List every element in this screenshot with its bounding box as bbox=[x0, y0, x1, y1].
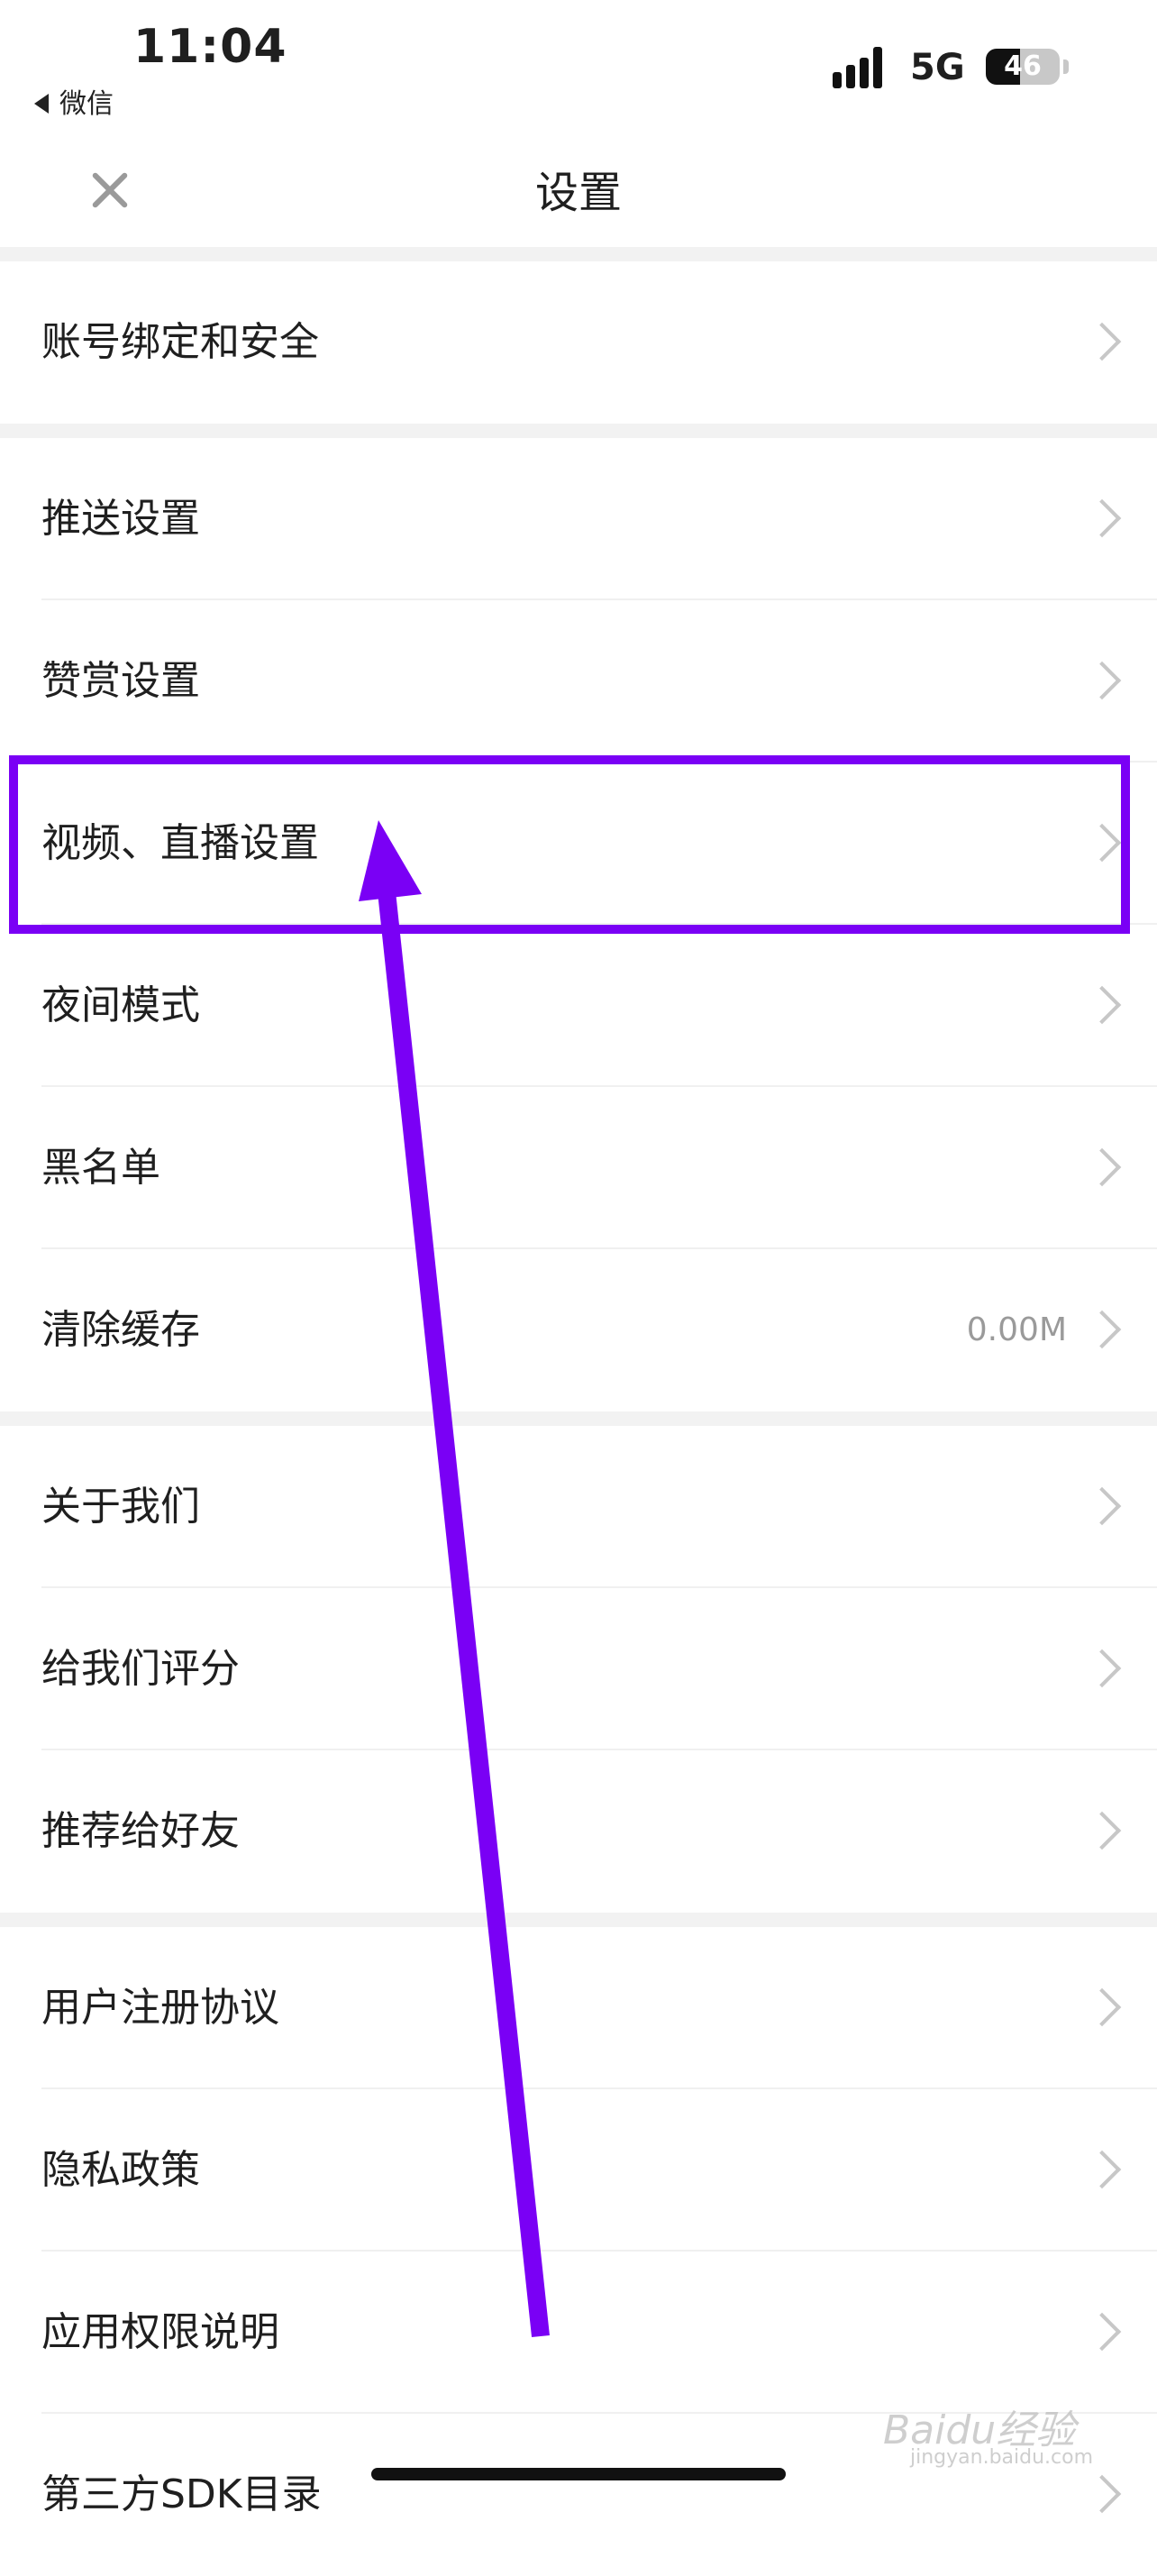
home-indicator[interactable] bbox=[371, 2468, 786, 2480]
chevron-right-icon bbox=[1082, 2150, 1122, 2189]
back-triangle-icon bbox=[34, 93, 49, 114]
settings-item-label: 夜间模式 bbox=[41, 982, 200, 1028]
settings-item-user-agreement[interactable]: 用户注册协议 bbox=[0, 1927, 1157, 2089]
settings-item-recommend[interactable]: 推荐给好友 bbox=[0, 1750, 1157, 1913]
watermark-url: jingyan.baidu.com bbox=[910, 2446, 1094, 2469]
chevron-right-icon bbox=[1082, 498, 1122, 538]
section-gap bbox=[0, 1913, 1157, 1927]
settings-item-reward[interactable]: 赞赏设置 bbox=[0, 600, 1157, 763]
chevron-right-icon bbox=[1082, 1147, 1122, 1187]
settings-item-label: 清除缓存 bbox=[41, 1307, 200, 1353]
settings-item-label: 推送设置 bbox=[41, 496, 200, 542]
chevron-right-icon bbox=[1082, 1486, 1122, 1526]
battery-tip bbox=[1063, 59, 1069, 74]
network-type: 5G bbox=[910, 47, 965, 88]
chevron-right-icon bbox=[1082, 1811, 1122, 1850]
settings-item-label: 给我们评分 bbox=[41, 1646, 240, 1692]
section-gap bbox=[0, 1411, 1157, 1426]
chevron-right-icon bbox=[1082, 1649, 1122, 1688]
nav-bar: 设置 bbox=[0, 126, 1157, 247]
status-bar: 11:04 微信 5G 46 bbox=[0, 0, 1157, 126]
cache-size-value: 0.00M bbox=[966, 1311, 1067, 1348]
status-time: 11:04 bbox=[133, 20, 287, 74]
page-title: 设置 bbox=[534, 168, 622, 218]
highlight-box bbox=[9, 755, 1130, 934]
cellular-signal-icon bbox=[833, 47, 896, 88]
chevron-right-icon bbox=[1082, 1987, 1122, 2027]
settings-item-account-security[interactable]: 账号绑定和安全 bbox=[0, 261, 1157, 424]
chevron-right-icon bbox=[1082, 2312, 1122, 2352]
section-gap bbox=[0, 424, 1157, 438]
settings-item-label: 黑名单 bbox=[41, 1145, 160, 1191]
back-to-app-link[interactable]: 微信 bbox=[34, 81, 114, 121]
section-gap bbox=[0, 247, 1157, 261]
chevron-right-icon bbox=[1082, 661, 1122, 700]
settings-item-label: 关于我们 bbox=[41, 1484, 200, 1530]
chevron-right-icon bbox=[1082, 1310, 1122, 1349]
settings-item-label: 第三方SDK目录 bbox=[41, 2471, 322, 2517]
chevron-right-icon bbox=[1082, 322, 1122, 361]
settings-item-night-mode[interactable]: 夜间模式 bbox=[0, 925, 1157, 1087]
chevron-right-icon bbox=[1082, 2474, 1122, 2514]
settings-item-privacy[interactable]: 隐私政策 bbox=[0, 2089, 1157, 2252]
settings-item-rate-us[interactable]: 给我们评分 bbox=[0, 1588, 1157, 1750]
settings-item-label: 赞赏设置 bbox=[41, 658, 200, 704]
back-app-label: 微信 bbox=[59, 88, 114, 120]
battery-level: 46 bbox=[1004, 50, 1042, 82]
battery-icon: 46 bbox=[986, 49, 1060, 85]
settings-item-label: 隐私政策 bbox=[41, 2147, 200, 2193]
settings-item-permissions[interactable]: 应用权限说明 bbox=[0, 2252, 1157, 2414]
settings-item-blacklist[interactable]: 黑名单 bbox=[0, 1087, 1157, 1249]
settings-item-label: 应用权限说明 bbox=[41, 2309, 279, 2355]
settings-item-clear-cache[interactable]: 清除缓存 0.00M bbox=[0, 1249, 1157, 1411]
chevron-right-icon bbox=[1082, 985, 1122, 1025]
settings-item-label: 推荐给好友 bbox=[41, 1808, 240, 1854]
settings-item-push[interactable]: 推送设置 bbox=[0, 438, 1157, 600]
settings-item-about-us[interactable]: 关于我们 bbox=[0, 1426, 1157, 1588]
settings-item-label: 用户注册协议 bbox=[41, 1985, 279, 2031]
settings-item-label: 账号绑定和安全 bbox=[41, 319, 319, 365]
